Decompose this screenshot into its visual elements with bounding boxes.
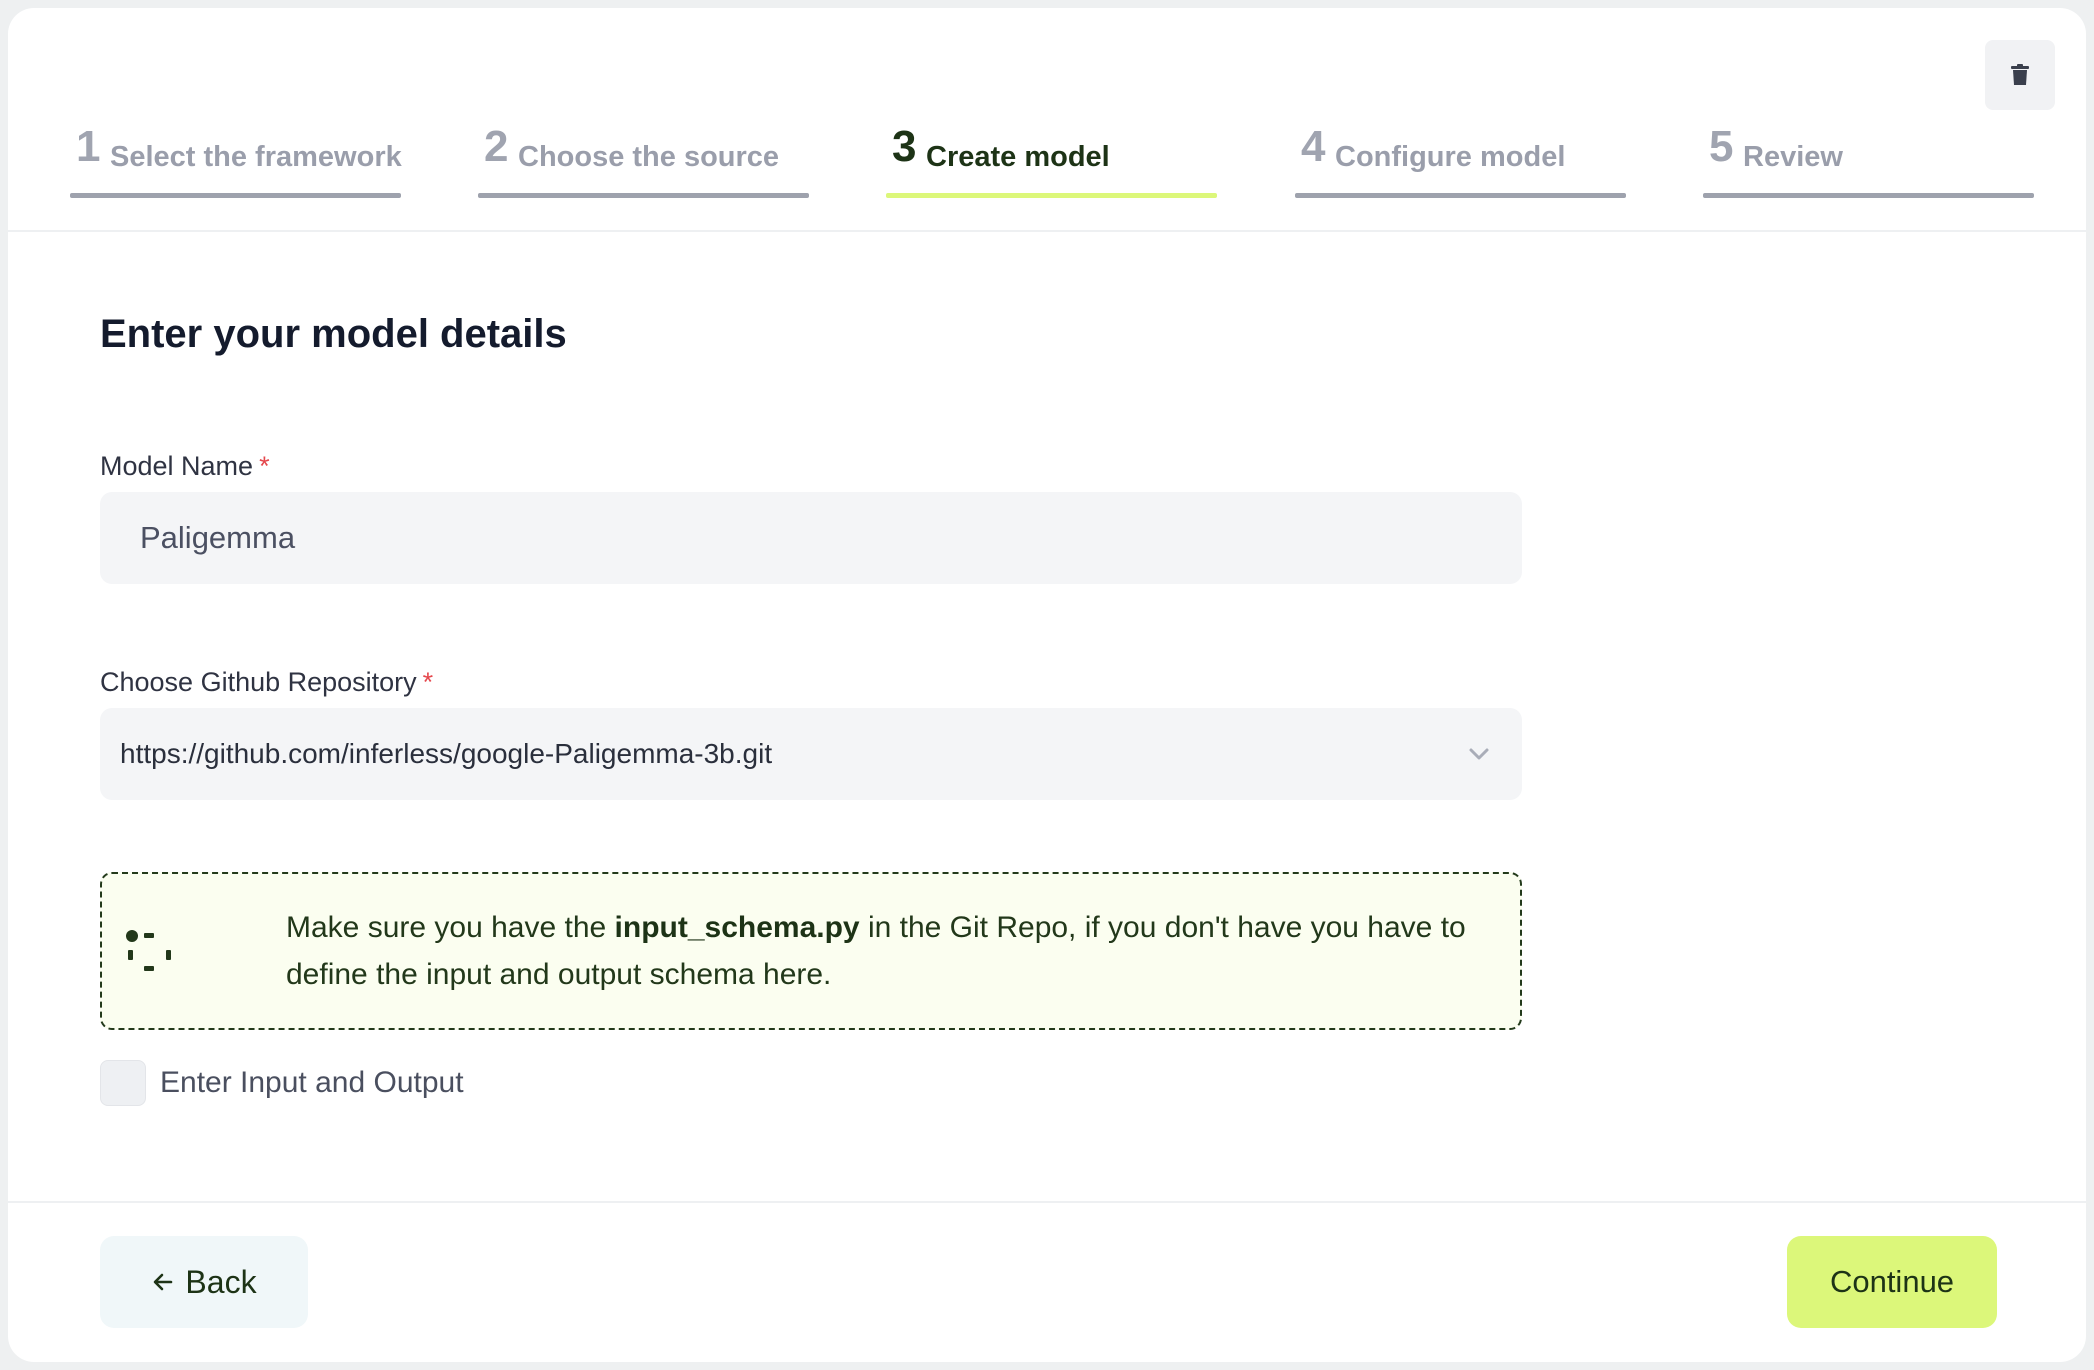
- step-select-framework[interactable]: 1 Select the framework: [70, 118, 402, 198]
- stepper: 1 Select the framework 2 Choose the sour…: [8, 8, 2086, 230]
- info-dots-icon: [126, 930, 171, 971]
- notice-message: Make sure you have the input_schema.py i…: [286, 904, 1486, 998]
- model-name-input[interactable]: [100, 492, 1522, 584]
- step-label: Review: [1743, 141, 1843, 173]
- step-progress-bar: [70, 193, 401, 198]
- model-name-label-text: Model Name: [100, 451, 254, 481]
- io-checkbox-row: Enter Input and Output: [100, 1060, 464, 1106]
- repository-select[interactable]: https://github.com/inferless/google-Pali…: [100, 708, 1522, 800]
- continue-label: Continue: [1829, 1264, 1955, 1299]
- step-create-model[interactable]: 3 Create model: [886, 118, 1217, 198]
- arrow-left-icon: [154, 1273, 173, 1291]
- required-mark: *: [259, 451, 270, 481]
- page-title: Enter your model details: [100, 312, 567, 356]
- footer-divider: [8, 1201, 2086, 1203]
- step-label: Choose the source: [518, 141, 780, 173]
- step-label: Configure model: [1335, 141, 1566, 173]
- back-button[interactable]: Back: [100, 1236, 308, 1328]
- step-number: 1: [76, 122, 101, 171]
- header-divider: [8, 230, 2086, 232]
- step-choose-source[interactable]: 2 Choose the source: [478, 118, 809, 198]
- repository-label: Choose Github Repository *: [100, 664, 433, 700]
- repository-label-text: Choose Github Repository: [100, 667, 417, 697]
- io-checkbox[interactable]: [100, 1060, 146, 1106]
- io-checkbox-label[interactable]: Enter Input and Output: [160, 1066, 464, 1100]
- step-progress-bar: [886, 193, 1217, 198]
- repository-select-value: https://github.com/inferless/google-Pali…: [120, 738, 773, 769]
- step-number: 3: [892, 122, 917, 171]
- create-model-card: 1 Select the framework 2 Choose the sour…: [8, 8, 2086, 1362]
- back-label: Back: [185, 1263, 257, 1300]
- step-progress-bar: [1295, 193, 1626, 198]
- notice-text-before: Make sure you have the: [286, 911, 615, 944]
- model-name-label: Model Name *: [100, 448, 270, 484]
- required-mark: *: [422, 667, 434, 697]
- step-number: 5: [1709, 122, 1734, 171]
- notice-filename: input_schema.py: [614, 911, 860, 944]
- step-progress-bar: [478, 193, 809, 198]
- step-review[interactable]: 5 Review: [1703, 118, 2034, 198]
- schema-notice: Make sure you have the input_schema.py i…: [100, 872, 1522, 1030]
- step-number: 4: [1301, 122, 1326, 171]
- step-label: Create model: [926, 141, 1110, 173]
- continue-button[interactable]: Continue: [1787, 1236, 1997, 1328]
- step-label: Select the framework: [110, 141, 402, 173]
- step-configure-model[interactable]: 4 Configure model: [1295, 118, 1626, 198]
- chevron-down-icon: [1469, 748, 1489, 760]
- step-number: 2: [484, 122, 509, 171]
- step-progress-bar: [1703, 193, 2034, 198]
